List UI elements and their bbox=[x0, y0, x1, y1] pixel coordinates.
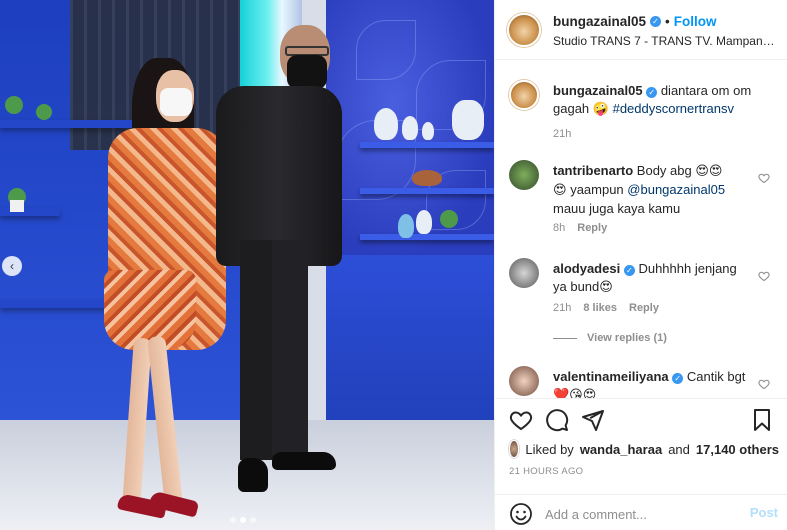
header-user-row: bungazainal05 ✓ • Follow bbox=[553, 14, 717, 29]
owl-figurine bbox=[422, 122, 434, 140]
timestamp[interactable]: 8h bbox=[553, 222, 565, 234]
shelf bbox=[0, 120, 150, 128]
emoji: 😍 bbox=[553, 183, 567, 198]
username-link[interactable]: alodyadesi bbox=[553, 261, 620, 276]
emoji: 😍 bbox=[599, 280, 613, 295]
caption-text: bungazainal05 ✓ diantara om om gagah 🤪 #… bbox=[553, 82, 753, 119]
verified-badge-icon: ✓ bbox=[623, 265, 635, 276]
potted-plant bbox=[36, 104, 52, 120]
likes-count-link[interactable]: 17,140 others bbox=[696, 442, 779, 457]
black-shoe bbox=[238, 458, 268, 492]
timestamp[interactable]: 21h bbox=[553, 302, 571, 314]
carousel-dot bbox=[250, 517, 256, 523]
follow-button[interactable]: Follow bbox=[674, 14, 717, 29]
comment-text: tantribenarto Body abg 😍😍 😍 yaampun @bun… bbox=[553, 162, 753, 218]
face-mask bbox=[160, 88, 192, 116]
reply-button[interactable]: Reply bbox=[629, 302, 659, 314]
comment-meta: 21h 8 likes Reply bbox=[553, 302, 659, 314]
caption-meta: 21h bbox=[553, 128, 571, 140]
liker-avatar[interactable] bbox=[509, 440, 520, 458]
owl-figurine bbox=[402, 116, 418, 140]
username-link[interactable]: bungazainal05 bbox=[553, 83, 643, 98]
comment-body: yaampun bbox=[570, 182, 624, 197]
comment-body: Cantik bgt bbox=[686, 369, 746, 384]
liker-username-link[interactable]: wanda_haraa bbox=[580, 442, 662, 457]
action-bar bbox=[495, 398, 787, 438]
carousel-dot bbox=[230, 517, 236, 523]
horse-figurine bbox=[412, 170, 442, 186]
leaf-pattern bbox=[356, 20, 416, 80]
reply-button[interactable]: Reply bbox=[577, 222, 607, 234]
comment-bubble-icon[interactable] bbox=[545, 408, 569, 432]
username-link[interactable]: tantribenarto bbox=[553, 163, 633, 178]
post-side-panel: bungazainal05 ✓ • Follow Studio TRANS 7 … bbox=[494, 0, 787, 530]
emoji: 🤪 bbox=[592, 102, 609, 117]
post-timestamp[interactable]: 21 HOURS AGO bbox=[509, 466, 583, 477]
owl-figurine bbox=[398, 214, 414, 238]
username-link[interactable]: bungazainal05 bbox=[553, 14, 646, 29]
comment-meta: 8h Reply bbox=[553, 222, 607, 234]
liked-by-row: Liked by wanda_haraa and 17,140 others bbox=[509, 440, 779, 458]
post-comment-button[interactable]: Post bbox=[750, 505, 778, 520]
emoji: ❤️😘😍 bbox=[553, 388, 597, 398]
coral-ornament bbox=[452, 100, 484, 140]
view-replies-button[interactable]: View replies (1) bbox=[553, 332, 667, 344]
emoji-smiley-icon[interactable] bbox=[509, 502, 533, 526]
share-paper-plane-icon[interactable] bbox=[581, 408, 605, 432]
comment-text: valentinameiliyana ✓ Cantik bgt ❤️😘😍 bbox=[553, 368, 753, 398]
avatar[interactable] bbox=[507, 13, 541, 47]
emoji: 😍😍 bbox=[695, 164, 723, 179]
shelf bbox=[0, 208, 60, 216]
avatar[interactable] bbox=[509, 258, 539, 288]
trousers bbox=[272, 240, 308, 455]
verified-badge-icon: ✓ bbox=[650, 16, 662, 27]
like-comment-heart-icon[interactable] bbox=[758, 270, 770, 282]
view-replies-label: View replies (1) bbox=[587, 332, 667, 344]
post-header: bungazainal05 ✓ • Follow Studio TRANS 7 … bbox=[495, 0, 787, 60]
post-photo[interactable]: ‹ bbox=[0, 0, 494, 530]
comment-likes[interactable]: 8 likes bbox=[583, 302, 617, 314]
carousel-dots bbox=[230, 517, 256, 523]
liked-by-conj: and bbox=[668, 441, 690, 457]
comments-list[interactable]: bungazainal05 ✓ diantara om om gagah 🤪 #… bbox=[495, 60, 787, 398]
plant-pot bbox=[10, 200, 24, 212]
like-comment-heart-icon[interactable] bbox=[758, 172, 770, 184]
owl-figurine bbox=[416, 210, 432, 234]
add-comment-input[interactable] bbox=[545, 504, 735, 524]
location-link[interactable]: Studio TRANS 7 - TRANS TV. Mampang pr... bbox=[553, 34, 777, 48]
trousers bbox=[240, 240, 276, 460]
black-shoe bbox=[272, 452, 336, 470]
separator: • bbox=[665, 14, 670, 29]
owl-figurine bbox=[374, 108, 398, 140]
divider bbox=[553, 337, 577, 339]
potted-plant bbox=[5, 96, 23, 114]
black-suit bbox=[216, 86, 342, 266]
avatar[interactable] bbox=[509, 80, 539, 110]
mention-link[interactable]: @bungazainal05 bbox=[627, 182, 725, 197]
comment-text: alodyadesi ✓ Duhhhhh jenjang ya bund😍 bbox=[553, 260, 753, 297]
like-heart-icon[interactable] bbox=[509, 408, 533, 432]
verified-badge-icon: ✓ bbox=[672, 373, 684, 384]
carousel-dot-active bbox=[240, 517, 246, 523]
avatar[interactable] bbox=[509, 366, 539, 396]
comment-body: mauu juga kaya kamu bbox=[553, 201, 681, 216]
shelf bbox=[360, 188, 494, 194]
shelf bbox=[360, 142, 494, 148]
username-link[interactable]: valentinameiliyana bbox=[553, 369, 669, 384]
save-bookmark-icon[interactable] bbox=[750, 408, 774, 432]
timestamp[interactable]: 21h bbox=[553, 128, 571, 140]
liked-by-prefix: Liked by bbox=[525, 441, 574, 457]
hashtag-link[interactable]: #deddyscornertransv bbox=[613, 101, 734, 116]
potted-plant bbox=[440, 210, 458, 228]
face-mask bbox=[287, 55, 327, 89]
chevron-left-icon: ‹ bbox=[10, 259, 14, 273]
carousel-prev-button[interactable]: ‹ bbox=[2, 256, 22, 276]
add-comment-bar: Post bbox=[495, 494, 787, 530]
verified-badge-icon: ✓ bbox=[646, 87, 658, 98]
shelf bbox=[360, 234, 494, 240]
comment-body: Body abg bbox=[636, 163, 692, 178]
blue-cabinet bbox=[326, 255, 494, 440]
like-comment-heart-icon[interactable] bbox=[758, 378, 770, 390]
avatar[interactable] bbox=[509, 160, 539, 190]
